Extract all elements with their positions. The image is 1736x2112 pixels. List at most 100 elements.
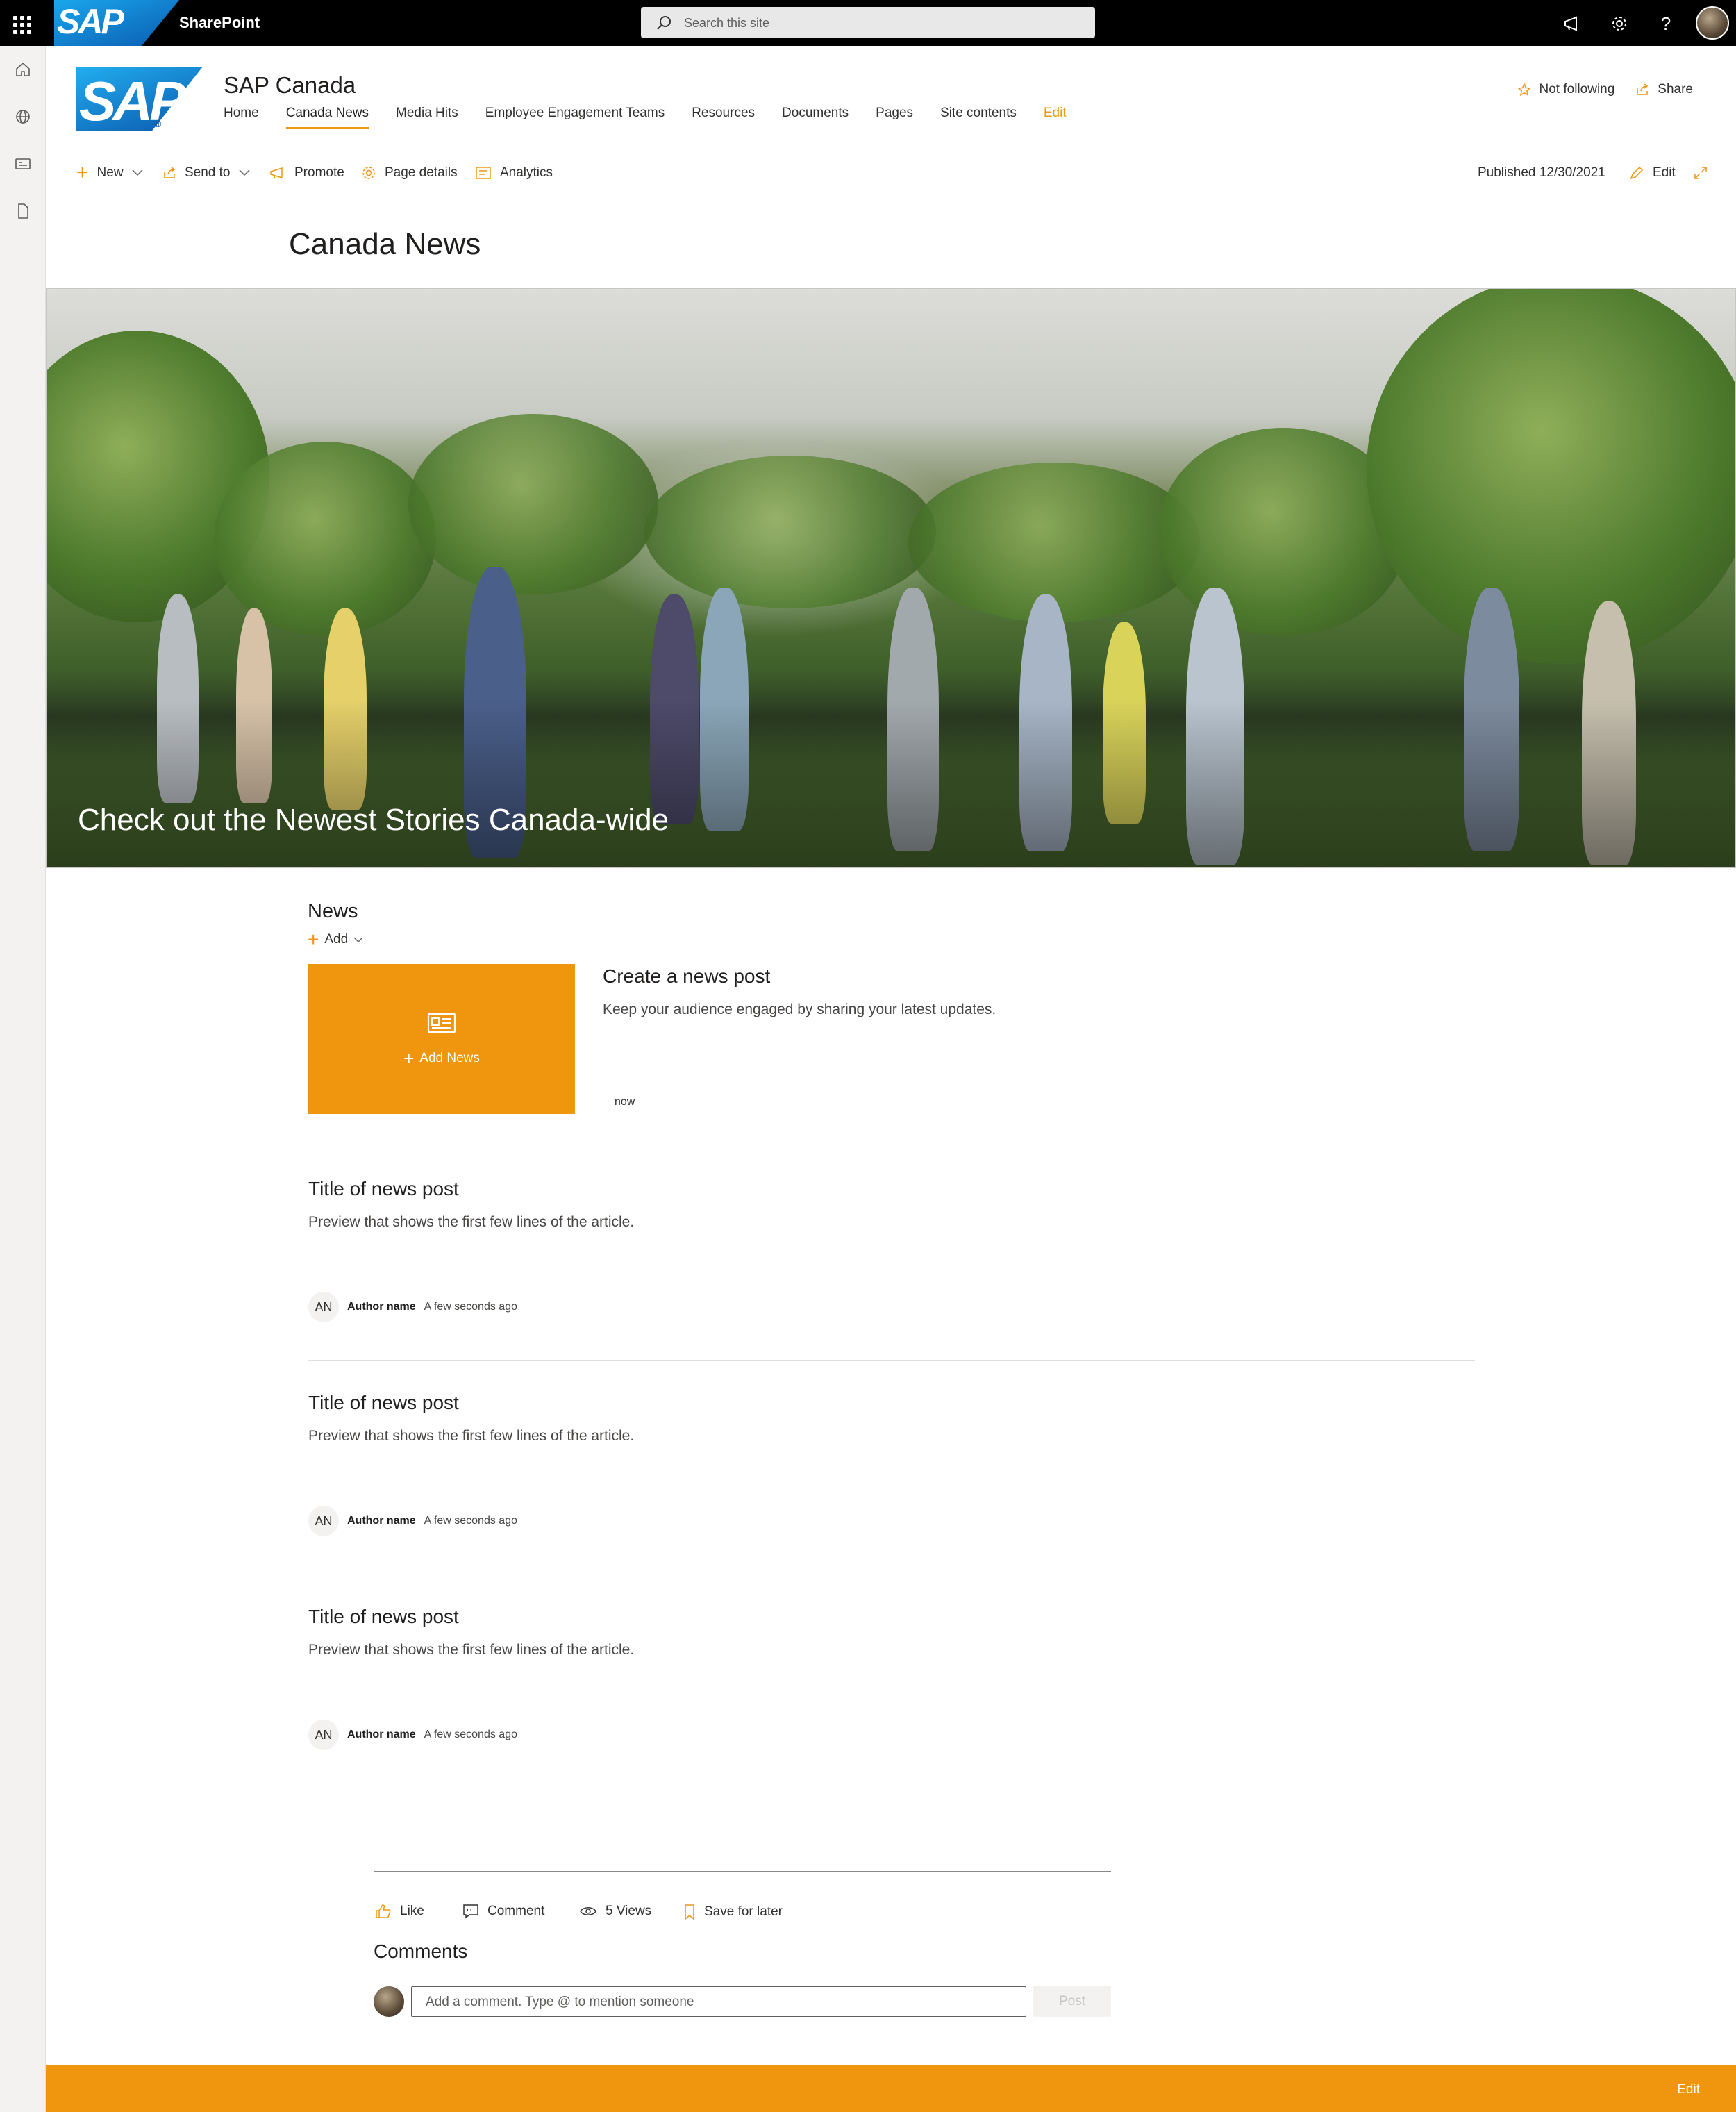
post-comment-button[interactable]: Post (1033, 1986, 1111, 2017)
divider (308, 1360, 1475, 1361)
registered-mark: ® (154, 118, 162, 129)
pencil-icon (1630, 166, 1644, 180)
nav-home[interactable]: Home (224, 106, 259, 129)
news-icon (427, 1013, 456, 1033)
author-avatar[interactable]: AN (308, 1292, 339, 1322)
hero-scenery (644, 456, 936, 608)
site-navigation: Home Canada News Media Hits Employee Eng… (224, 106, 1094, 129)
plus-icon: + (308, 929, 319, 950)
hero-scenery (214, 442, 436, 636)
news-post-preview: Preview that shows the first few lines o… (308, 1214, 635, 1230)
search-box[interactable]: Search this site (641, 7, 1095, 38)
nav-edit[interactable]: Edit (1044, 106, 1067, 129)
news-post-preview: Preview that shows the first few lines o… (308, 1642, 635, 1658)
news-post-preview: Preview that shows the first few lines o… (308, 1428, 635, 1444)
page-footer-bar: Edit (46, 2065, 1736, 2112)
nav-employee-engagement-teams[interactable]: Employee Engagement Teams (485, 106, 665, 129)
news-post-author: AN Author name A few seconds ago (308, 1720, 517, 1750)
news-icon[interactable] (12, 153, 34, 175)
gear-icon[interactable] (1608, 13, 1630, 35)
expand-icon[interactable] (1693, 165, 1708, 181)
social-divider (374, 1871, 1111, 1872)
comment-icon (463, 1904, 478, 1919)
hero-title[interactable]: Check out the Newest Stories Canada-wide (78, 803, 669, 838)
app-name[interactable]: SharePoint (179, 14, 260, 32)
author-avatar[interactable]: AN (308, 1506, 339, 1536)
new-button[interactable]: + New (76, 161, 143, 184)
author-avatar[interactable]: AN (308, 1720, 339, 1750)
add-news-dropdown[interactable]: + Add (308, 929, 363, 950)
search-placeholder: Search this site (684, 16, 770, 30)
commenter-avatar (374, 1986, 404, 2017)
news-post-title[interactable]: Title of news post (308, 1392, 459, 1414)
app-launcher-icon[interactable] (10, 13, 32, 35)
eye-icon (580, 1907, 596, 1915)
news-post-author: AN Author name A few seconds ago (308, 1506, 517, 1536)
edit-page-button[interactable]: Edit (1629, 165, 1676, 181)
footer-edit-button[interactable]: Edit (1677, 2082, 1700, 2097)
share-icon (1637, 83, 1649, 95)
hero-overlay (47, 700, 1735, 867)
add-news-label: + Add News (403, 1048, 480, 1069)
nav-site-contents[interactable]: Site contents (940, 106, 1017, 129)
analytics-icon (476, 167, 491, 179)
star-icon (1517, 83, 1531, 97)
search-icon (657, 16, 671, 30)
news-post-title[interactable]: Title of news post (308, 1606, 459, 1628)
command-bar: + New Send to Promote Page details Analy… (46, 151, 1736, 197)
chevron-down-icon (353, 932, 363, 947)
comments-heading: Comments (374, 1940, 468, 1962)
share-icon (164, 167, 176, 178)
megaphone-icon (270, 167, 283, 179)
author-name[interactable]: Author name (347, 1301, 416, 1313)
nav-pages[interactable]: Pages (876, 106, 913, 129)
help-icon[interactable]: ? (1655, 13, 1677, 35)
create-news-time: now (615, 1096, 635, 1108)
page-details-button[interactable]: Page details (361, 165, 458, 181)
nav-media-hits[interactable]: Media Hits (396, 106, 458, 129)
like-button[interactable]: Like (375, 1904, 424, 1919)
author-name[interactable]: Author name (347, 1515, 416, 1527)
follow-button[interactable]: Not following (1517, 82, 1614, 97)
published-status: Published 12/30/2021 (1478, 165, 1605, 180)
views-count: 5 Views (579, 1904, 651, 1919)
home-icon[interactable] (12, 58, 34, 81)
user-avatar[interactable] (1696, 6, 1729, 40)
site-title[interactable]: SAP Canada (224, 72, 356, 99)
share-button[interactable]: Share (1635, 82, 1693, 97)
plus-icon: + (76, 161, 89, 184)
suite-bar: SAP SharePoint Search this site ? (0, 0, 1736, 46)
document-icon[interactable] (12, 200, 34, 222)
create-news-title[interactable]: Create a news post (603, 965, 770, 988)
news-heading: News (308, 900, 358, 922)
page-title: Canada News (289, 227, 481, 261)
megaphone-icon[interactable] (1562, 13, 1584, 35)
chevron-down-icon (238, 165, 250, 181)
hero-scenery (1367, 289, 1735, 664)
send-to-button[interactable]: Send to (162, 165, 250, 181)
comment-button[interactable]: Comment (462, 1904, 544, 1919)
post-time: A few seconds ago (424, 1515, 517, 1527)
globe-icon[interactable] (12, 106, 34, 128)
nav-documents[interactable]: Documents (782, 106, 849, 129)
nav-canada-news[interactable]: Canada News (285, 106, 369, 129)
left-rail (0, 46, 46, 2112)
promote-button[interactable]: Promote (269, 165, 344, 181)
news-post-title[interactable]: Title of news post (308, 1178, 459, 1200)
gear-icon (362, 167, 375, 179)
sap-logo[interactable]: SAP (54, 0, 179, 46)
author-name[interactable]: Author name (347, 1729, 416, 1741)
comment-input[interactable]: Add a comment. Type @ to mention someone (411, 1986, 1026, 2017)
bookmark-icon (685, 1904, 694, 1920)
post-time: A few seconds ago (424, 1301, 517, 1313)
nav-resources[interactable]: Resources (692, 106, 755, 129)
header-actions: Not following Share (1517, 82, 1693, 97)
site-logo[interactable]: SAP (76, 67, 203, 131)
save-for-later-button[interactable]: Save for later (683, 1904, 783, 1920)
thumbs-up-icon (376, 1904, 391, 1918)
hero-scenery (408, 414, 658, 594)
add-news-tile[interactable]: + Add News (308, 964, 575, 1114)
analytics-button[interactable]: Analytics (475, 165, 553, 181)
create-news-description: Keep your audience engaged by sharing yo… (603, 1001, 996, 1017)
hero-banner[interactable]: Check out the Newest Stories Canada-wide (46, 288, 1736, 868)
